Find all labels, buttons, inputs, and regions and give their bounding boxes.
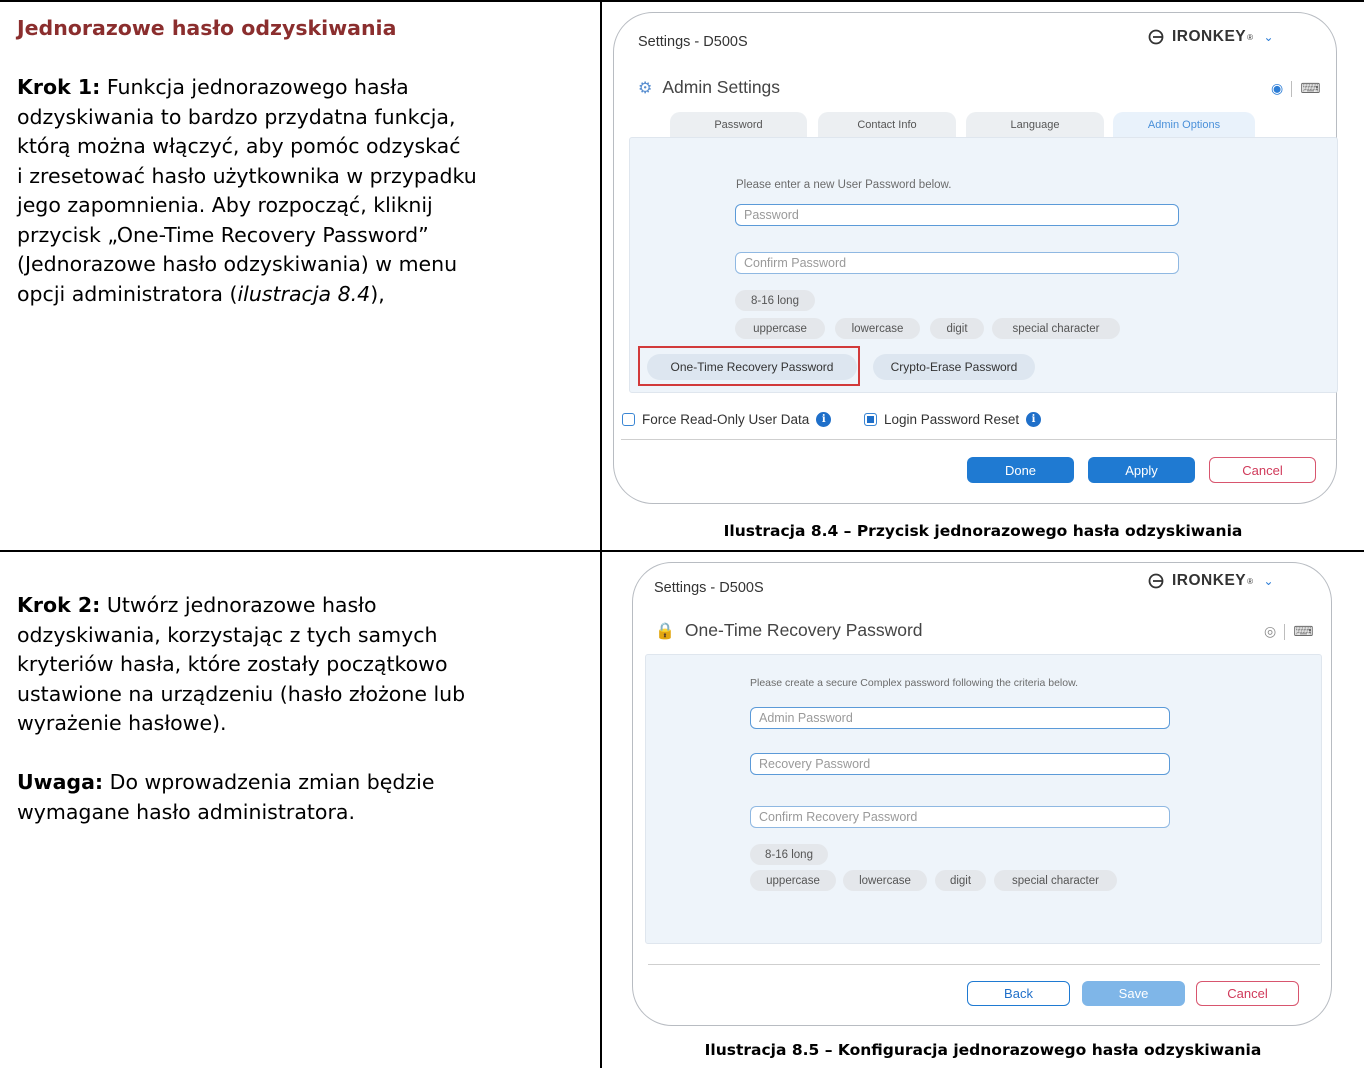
step1-text: Jednorazowe hasło odzyskiwania Krok 1: F… [17, 14, 587, 309]
header-tools: ◉ ⌨ [1271, 80, 1320, 97]
step2-line: kryteriów hasła, które zostały początkow… [17, 652, 448, 676]
ironkey-key-icon [1148, 29, 1164, 45]
confirm-password-field[interactable]: Confirm Password [735, 252, 1179, 274]
lock-icon: 🔒 [655, 622, 675, 640]
recovery-hint: Please create a secure Complex password … [750, 677, 1078, 689]
login-password-reset-checkbox[interactable]: Login Password Reset i [864, 412, 1042, 427]
recovery-form-panel [645, 654, 1322, 944]
recovery-password-field[interactable]: Recovery Password [750, 753, 1170, 775]
logo-text: IRONKEY [1172, 572, 1247, 589]
footer-divider [621, 439, 1337, 440]
chevron-down-icon[interactable]: ⌄ [1264, 574, 1275, 588]
tab-admin-options[interactable]: Admin Options [1113, 112, 1255, 138]
divider [1291, 80, 1293, 97]
tab-password[interactable]: Password [670, 112, 807, 138]
admin-password-field[interactable]: Admin Password [750, 707, 1170, 729]
note-line: Uwaga: Do wprowadzenia zmian będzie [17, 770, 435, 794]
chevron-down-icon[interactable]: ⌄ [1264, 30, 1275, 44]
ironkey-logo[interactable]: IRONKEY ® ⌄ [1148, 572, 1274, 590]
step1-line: Krok 1: Funkcja jednorazowego hasła [17, 75, 409, 99]
table-top-border [0, 0, 1364, 2]
section-title: 🔒 One-Time Recovery Password [655, 620, 923, 640]
criteria-special-chip: special character [992, 318, 1120, 339]
password-field[interactable]: Password [735, 204, 1179, 226]
section-title: ⚙ Admin Settings [638, 77, 781, 97]
step1-label: Krok 1: [17, 75, 101, 99]
step2-text: Krok 2: Utwórz jednorazowe hasło odzyski… [17, 591, 587, 827]
criteria-length-chip: 8-16 long [750, 844, 828, 865]
figure-caption: Ilustracja 8.4 – Przycisk jednorazowego … [723, 522, 1243, 540]
window-title: Settings - D500S [638, 34, 748, 50]
header-tools: ◎ ⌨ [1264, 623, 1313, 640]
step2-line: Krok 2: Utwórz jednorazowe hasło [17, 593, 377, 617]
apply-button[interactable]: Apply [1088, 457, 1195, 483]
divider [1284, 623, 1286, 640]
criteria-special-chip: special character [994, 870, 1117, 891]
tab-language[interactable]: Language [966, 112, 1104, 138]
criteria-length-chip: 8-16 long [735, 290, 815, 311]
step1-line: i zresetować hasło użytkownika w przypad… [17, 163, 477, 188]
keyboard-icon[interactable]: ⌨ [1300, 80, 1320, 97]
cancel-button[interactable]: Cancel [1196, 981, 1299, 1006]
save-button[interactable]: Save [1082, 981, 1185, 1006]
back-button[interactable]: Back [967, 981, 1070, 1006]
note-label: Uwaga: [17, 770, 104, 794]
password-hint: Please enter a new User Password below. [736, 179, 952, 191]
note-line: wymagane hasło administratora. [17, 799, 355, 824]
step1-line: odzyskiwania to bardzo przydatna funkcja… [17, 104, 456, 129]
eye-icon[interactable]: ◎ [1264, 623, 1276, 640]
table-column-divider [600, 0, 602, 1068]
criteria-lowercase-chip: lowercase [843, 870, 927, 891]
criteria-digit-chip: digit [935, 870, 986, 891]
step1-heading: Jednorazowe hasło odzyskiwania [17, 16, 397, 40]
cancel-button[interactable]: Cancel [1209, 457, 1316, 483]
tab-contact-info[interactable]: Contact Info [818, 112, 956, 138]
crypto-erase-password-button[interactable]: Crypto-Erase Password [873, 354, 1035, 380]
table-row-divider [0, 550, 1364, 552]
done-button[interactable]: Done [967, 457, 1074, 483]
criteria-lowercase-chip: lowercase [835, 318, 920, 339]
info-icon[interactable]: i [816, 412, 832, 427]
criteria-uppercase-chip: uppercase [735, 318, 825, 339]
step2-line: odzyskiwania, korzystając z tych samych [17, 622, 438, 647]
logo-text: IRONKEY [1172, 28, 1247, 45]
highlight-box [638, 346, 860, 386]
step1-line: którą można włączyć, aby pomóc odzyskać [17, 134, 461, 158]
checkbox-checked[interactable] [864, 413, 877, 426]
info-icon[interactable]: i [1026, 412, 1042, 427]
criteria-uppercase-chip: uppercase [750, 870, 836, 891]
figure-caption: Ilustracja 8.5 – Konfiguracja jednorazow… [704, 1041, 1262, 1059]
step1-line: przycisk „One-Time Recovery Password” [17, 222, 429, 247]
step2-line: wyrażenie hasłowe). [17, 711, 227, 735]
step1-line: opcji administratora (ilustracja 8.4), [17, 281, 385, 306]
step1-line: jego zapomnienia. Aby rozpocząć, kliknij [17, 193, 433, 217]
checkbox-unchecked[interactable] [622, 413, 635, 426]
gear-icon: ⚙ [638, 79, 653, 97]
criteria-digit-chip: digit [930, 318, 984, 339]
step2-label: Krok 2: [17, 593, 101, 617]
keyboard-icon[interactable]: ⌨ [1293, 623, 1313, 640]
ironkey-key-icon [1148, 573, 1164, 589]
confirm-recovery-password-field[interactable]: Confirm Recovery Password [750, 806, 1170, 828]
footer-divider [648, 964, 1320, 965]
step2-line: ustawione na urządzeniu (hasło złożone l… [17, 681, 466, 706]
ironkey-logo[interactable]: IRONKEY ® ⌄ [1148, 28, 1274, 46]
step1-line: (Jednorazowe hasło odzyskiwania) w menu [17, 252, 458, 276]
force-read-only-checkbox[interactable]: Force Read-Only User Data i [622, 412, 832, 427]
window-title: Settings - D500S [654, 580, 764, 596]
eye-slash-icon[interactable]: ◉ [1271, 80, 1283, 97]
